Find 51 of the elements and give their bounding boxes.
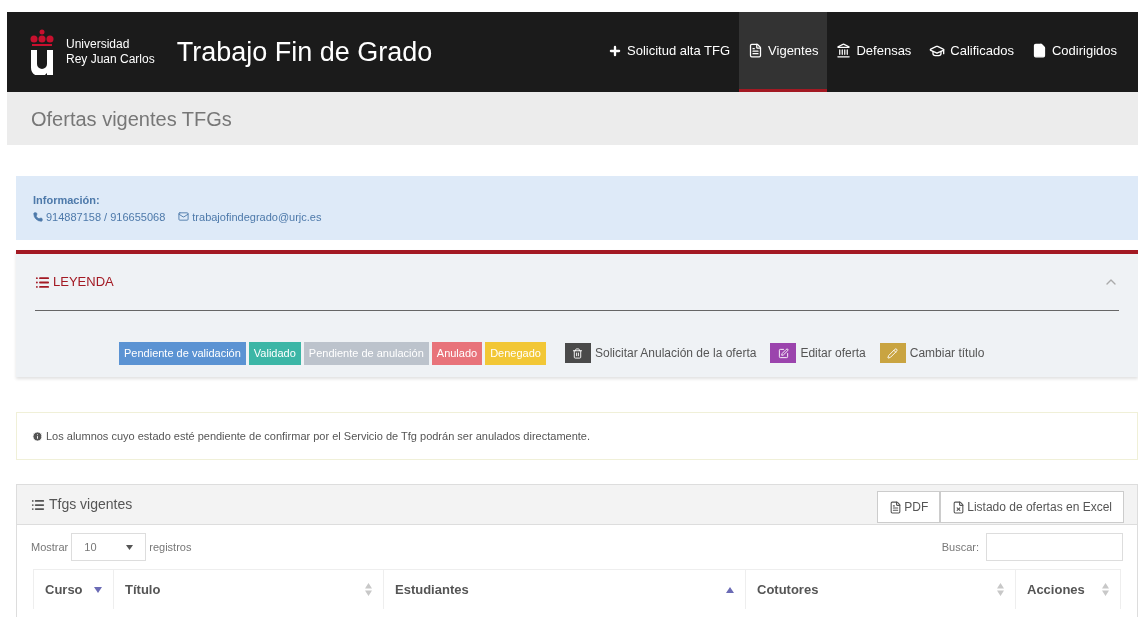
panel-title: Tfgs vigentes xyxy=(49,495,133,514)
list-icon xyxy=(31,497,45,512)
nav-tab[interactable]: Codirigidos xyxy=(1022,12,1126,92)
records-label: registros xyxy=(149,539,192,555)
status-badge: Pendiente de anulación xyxy=(303,342,429,365)
edit-icon xyxy=(777,347,789,359)
nav-tab[interactable]: Defensas xyxy=(827,12,921,92)
legend-title: LEYENDA xyxy=(53,273,114,292)
document-icon xyxy=(748,43,764,58)
bank-icon xyxy=(836,43,852,58)
status-badge: Pendiente de validación xyxy=(119,342,246,365)
list-icon xyxy=(35,274,50,290)
pdf-file-icon xyxy=(889,500,903,514)
column-header[interactable]: Estudiantes xyxy=(384,570,746,609)
export-button[interactable]: PDF xyxy=(877,491,941,523)
trash-icon xyxy=(572,347,584,359)
action-label: Cambiar título xyxy=(909,345,985,363)
status-badge: Denegado xyxy=(485,342,546,365)
page-size-select[interactable]: 10 xyxy=(71,533,147,561)
info-icon xyxy=(32,430,43,442)
app-title: Trabajo Fin de Grado xyxy=(176,35,433,69)
phone-icon xyxy=(33,211,43,222)
column-header[interactable]: Cotutores xyxy=(746,570,1016,609)
status-badge: Anulado xyxy=(431,342,483,365)
email-text: trabajofindegrado@urjc.es xyxy=(192,209,322,225)
action-label: Editar oferta xyxy=(800,345,866,363)
nav-tab[interactable]: Vigentes xyxy=(739,12,828,92)
export-button[interactable]: Listado de ofertas en Excel xyxy=(940,491,1124,523)
nav-tab[interactable]: Solicitud alta TFG xyxy=(599,12,740,92)
page-title: Ofertas vigentes TFGs xyxy=(31,106,232,132)
column-header[interactable]: Título xyxy=(114,570,384,609)
column-header[interactable]: Curso xyxy=(34,570,114,609)
university-name: Rey Juan Carlos xyxy=(66,52,155,67)
info-title: Información: xyxy=(33,193,101,208)
nav-tab[interactable]: Calificados xyxy=(920,12,1023,92)
plus-icon xyxy=(608,43,622,58)
pencil-icon xyxy=(887,347,899,359)
search-label: Buscar: xyxy=(941,539,979,555)
status-badge: Validado xyxy=(248,342,301,365)
excel-file-icon xyxy=(952,500,966,514)
notice-text: Los alumnos cuyo estado esté pendiente de confirmar por el Servicio de Tfg podrán ser anulados directamente. xyxy=(46,428,590,444)
action-label: Solicitar Anulación de la oferta xyxy=(594,345,757,363)
column-header[interactable]: Acciones xyxy=(1016,570,1121,609)
phone-text: 914887158 / 916655068 xyxy=(46,209,166,225)
university-name: Universidad xyxy=(66,37,131,52)
show-label: Mostrar xyxy=(31,539,69,555)
file-icon xyxy=(1031,43,1047,58)
mail-icon xyxy=(178,211,190,223)
university-logo-icon xyxy=(30,29,54,75)
search-field[interactable] xyxy=(986,533,1123,561)
dropdown-caret-icon xyxy=(126,544,134,550)
